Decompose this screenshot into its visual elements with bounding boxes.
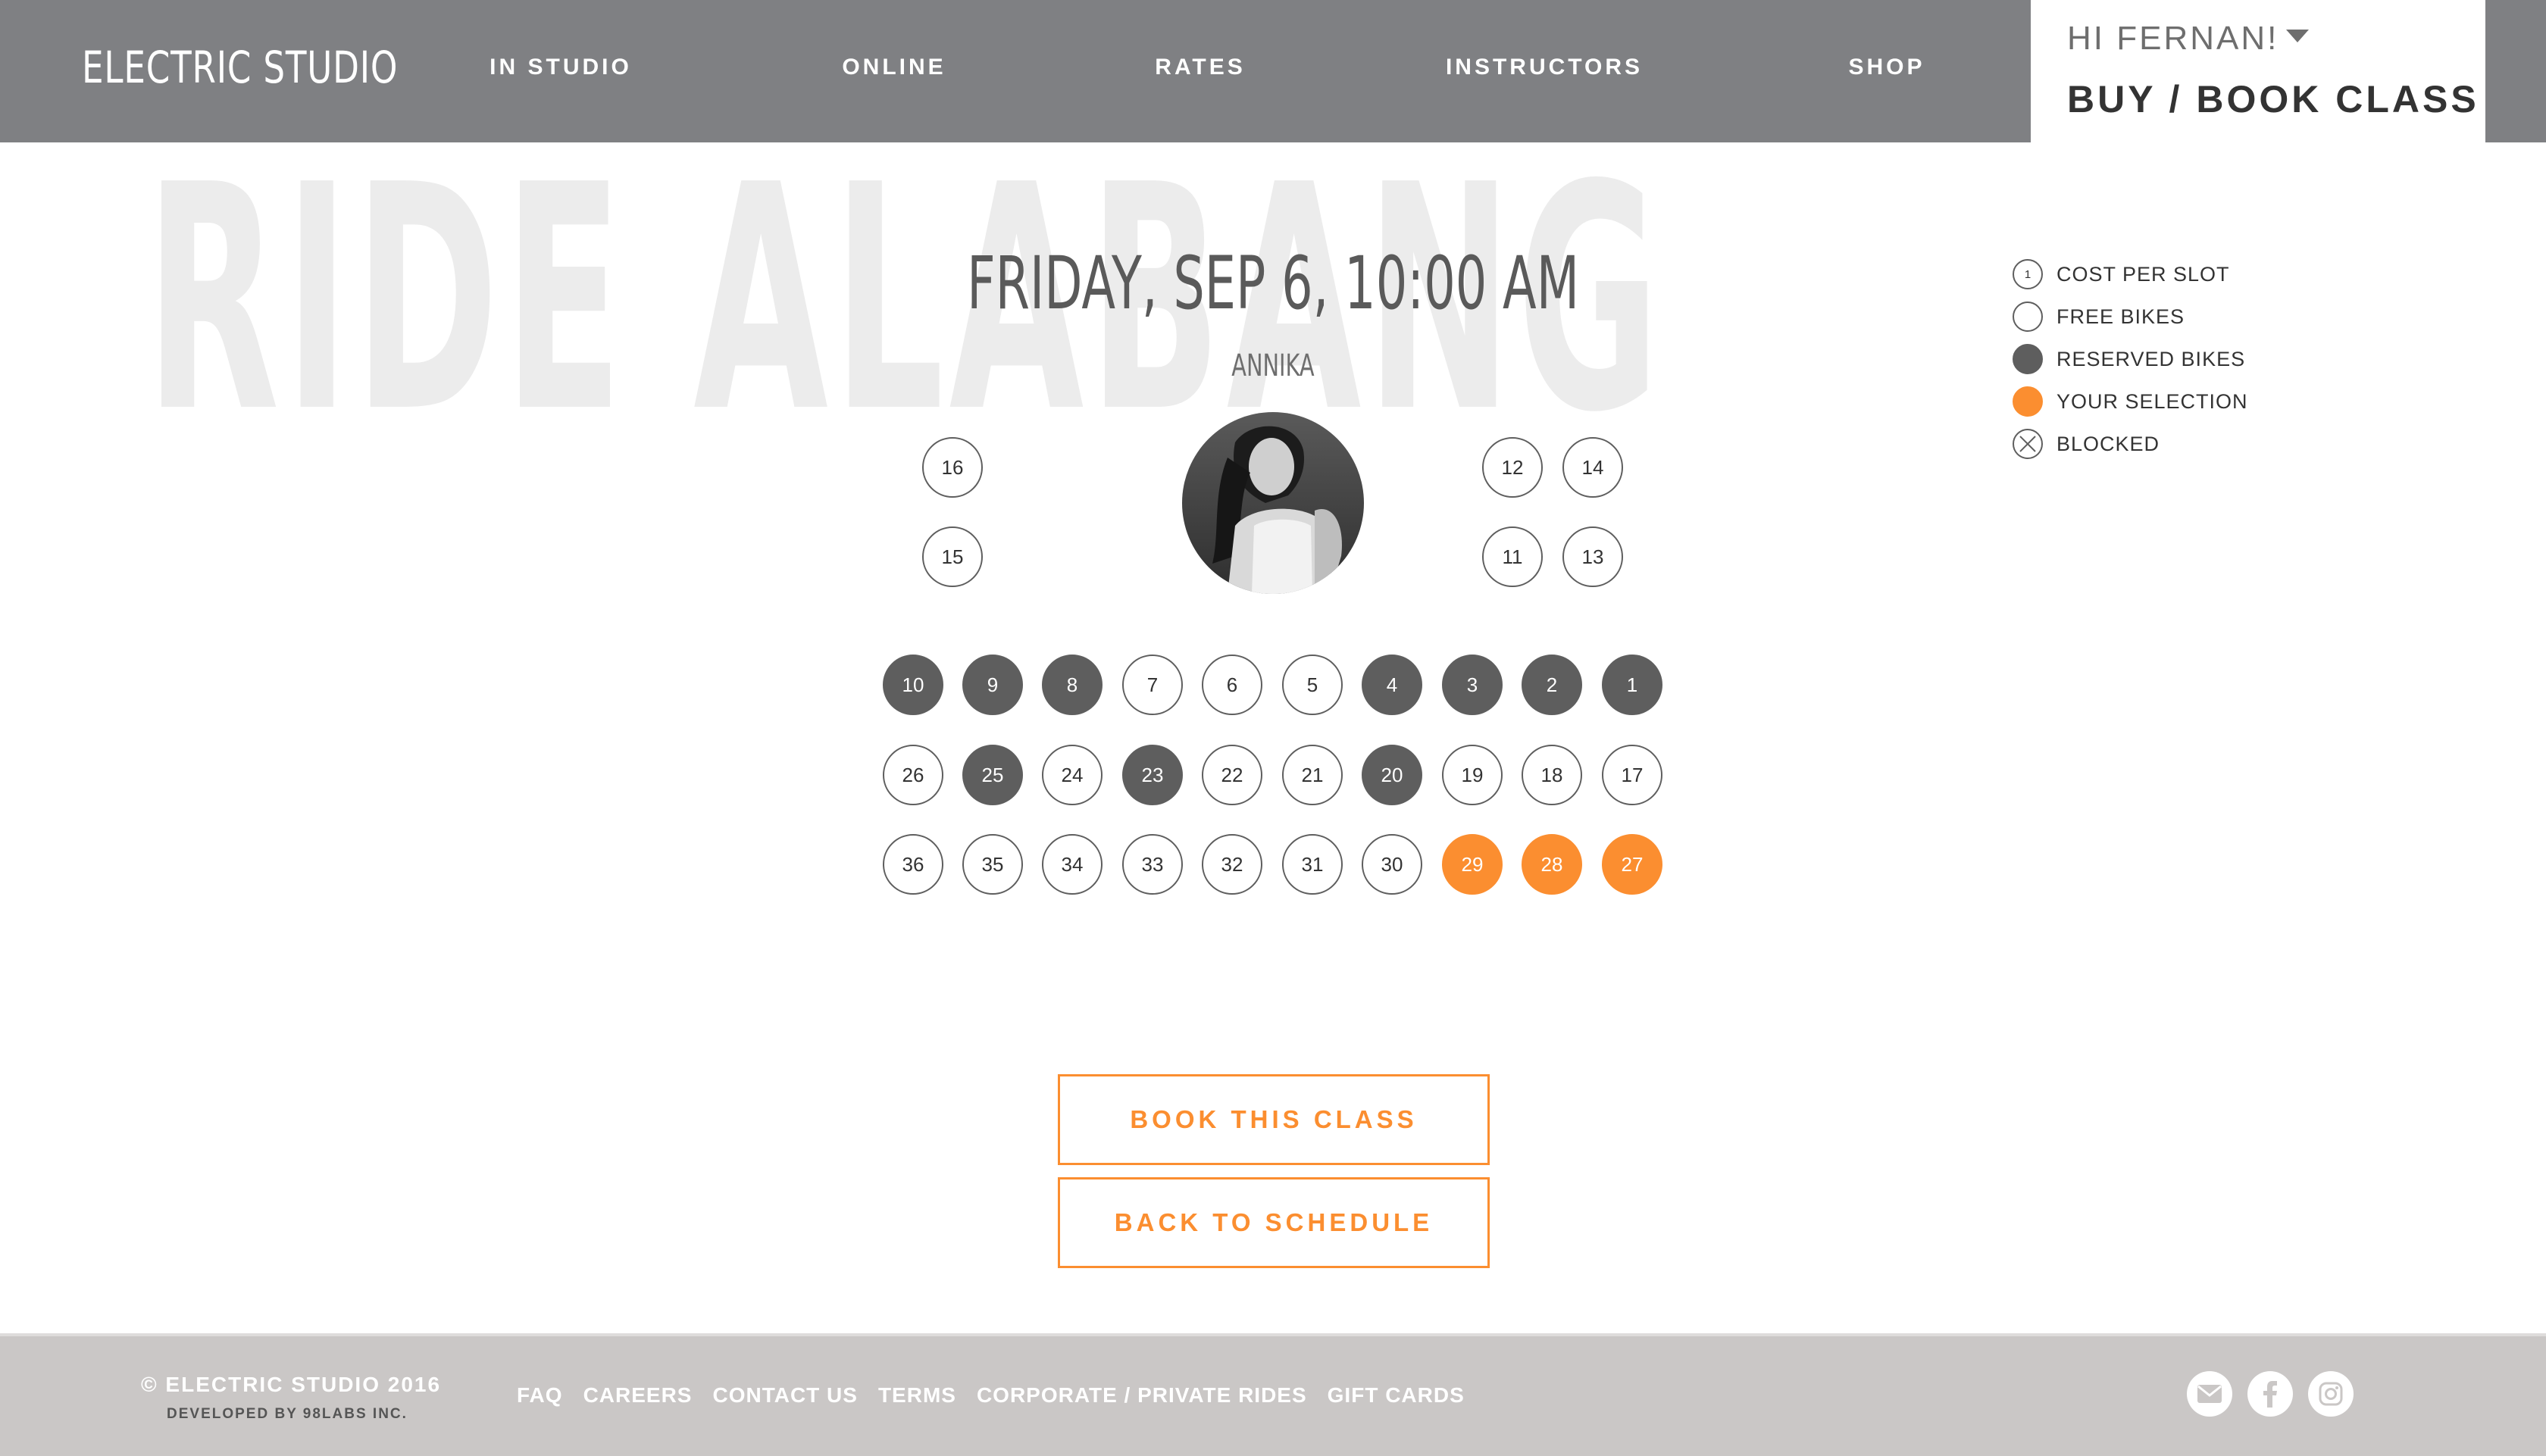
- nav-rates[interactable]: RATES: [1155, 55, 1245, 80]
- nav-instructors[interactable]: INSTRUCTORS: [1446, 55, 1643, 80]
- bike-seat-11[interactable]: 11: [1482, 526, 1543, 587]
- legend-label: RESERVED BIKES: [2057, 347, 2246, 370]
- instructor-avatar: [1182, 412, 1364, 594]
- legend-free-bikes: FREE BIKES: [2013, 295, 2248, 338]
- legend-label: BLOCKED: [2057, 432, 2160, 455]
- legend-label: FREE BIKES: [2057, 305, 2185, 328]
- nav-in-studio[interactable]: IN STUDIO: [489, 55, 632, 80]
- class-datetime: FRIDAY, SEP 6, 10:00 AM: [967, 241, 1579, 326]
- blocked-x-icon: [2013, 429, 2043, 459]
- bike-seat-34[interactable]: 34: [1042, 834, 1103, 895]
- bike-seat-4[interactable]: 4: [1362, 655, 1422, 715]
- footer-link-faq[interactable]: FAQ: [517, 1383, 563, 1408]
- bike-seat-14[interactable]: 14: [1562, 437, 1623, 498]
- bike-seat-10[interactable]: 10: [883, 655, 943, 715]
- buy-book-class-link[interactable]: BUY / BOOK CLASS: [2067, 77, 2479, 121]
- instructor-label: ANNIKA: [1231, 348, 1315, 383]
- footer-links: FAQ CAREERS CONTACT US TERMS CORPORATE /…: [517, 1383, 1465, 1408]
- bike-seat-30[interactable]: 30: [1362, 834, 1422, 895]
- bike-seat-13[interactable]: 13: [1562, 526, 1623, 587]
- bike-legend: 1 COST PER SLOT FREE BIKES RESERVED BIKE…: [2013, 253, 2248, 465]
- footer-link-terms[interactable]: TERMS: [878, 1383, 956, 1408]
- back-to-schedule-button[interactable]: BACK TO SCHEDULE: [1058, 1177, 1490, 1268]
- bike-seat-17[interactable]: 17: [1602, 745, 1662, 805]
- legend-label: COST PER SLOT: [2057, 262, 2230, 286]
- bike-seat-19[interactable]: 19: [1442, 745, 1503, 805]
- legend-cost-per-slot: 1 COST PER SLOT: [2013, 253, 2248, 295]
- bike-seat-1[interactable]: 1: [1602, 655, 1662, 715]
- footer-link-contact[interactable]: CONTACT US: [712, 1383, 857, 1408]
- nav-online[interactable]: ONLINE: [842, 55, 946, 80]
- nav-shop[interactable]: SHOP: [1848, 55, 1925, 80]
- bike-seat-32[interactable]: 32: [1202, 834, 1262, 895]
- email-icon[interactable]: [2187, 1371, 2232, 1417]
- instagram-icon[interactable]: [2308, 1371, 2354, 1417]
- bike-seat-3[interactable]: 3: [1442, 655, 1503, 715]
- legend-blocked: BLOCKED: [2013, 423, 2248, 465]
- reserved-bike-swatch-icon: [2013, 344, 2043, 374]
- bike-seat-12[interactable]: 12: [1482, 437, 1543, 498]
- developer-credit: DEVELOPED BY 98LABS INC.: [167, 1406, 408, 1422]
- bike-seat-2[interactable]: 2: [1522, 655, 1582, 715]
- book-class-label: BOOK THIS CLASS: [1130, 1105, 1418, 1133]
- greeting-text: HI FERNAN!: [2067, 20, 2279, 57]
- facebook-icon[interactable]: [2247, 1371, 2293, 1417]
- bike-seat-35[interactable]: 35: [962, 834, 1023, 895]
- bike-seat-8[interactable]: 8: [1042, 655, 1103, 715]
- bike-seat-16[interactable]: 16: [922, 437, 983, 498]
- legend-reserved-bikes: RESERVED BIKES: [2013, 338, 2248, 380]
- bike-seat-27[interactable]: 27: [1602, 834, 1662, 895]
- bike-seat-6[interactable]: 6: [1202, 655, 1262, 715]
- bike-seat-24[interactable]: 24: [1042, 745, 1103, 805]
- book-class-button[interactable]: BOOK THIS CLASS: [1058, 1074, 1490, 1165]
- class-title: FRIDAY, SEP 6, 10:00 AM: [743, 241, 1803, 326]
- site-footer: © ELECTRIC STUDIO 2016 DEVELOPED BY 98LA…: [0, 1333, 2546, 1456]
- instructor-name: ANNIKA: [1121, 348, 1425, 383]
- legend-label: YOUR SELECTION: [2057, 389, 2248, 413]
- bike-seat-26[interactable]: 26: [883, 745, 943, 805]
- bike-seat-31[interactable]: 31: [1282, 834, 1343, 895]
- caret-down-icon: [2286, 29, 2310, 42]
- free-bike-swatch-icon: [2013, 302, 2043, 332]
- selected-bike-swatch-icon: [2013, 386, 2043, 417]
- legend-your-selection: YOUR SELECTION: [2013, 380, 2248, 423]
- bike-seat-18[interactable]: 18: [1522, 745, 1582, 805]
- bike-seat-15[interactable]: 15: [922, 526, 983, 587]
- bike-seat-20[interactable]: 20: [1362, 745, 1422, 805]
- account-menu-toggle[interactable]: HI FERNAN!: [2067, 20, 2310, 58]
- cost-slot-icon: 1: [2013, 259, 2043, 289]
- site-logo[interactable]: ELECTRIC STUDIO: [82, 43, 398, 92]
- bike-seat-28[interactable]: 28: [1522, 834, 1582, 895]
- bike-seat-23[interactable]: 23: [1122, 745, 1183, 805]
- footer-link-corporate-rides[interactable]: CORPORATE / PRIVATE RIDES: [977, 1383, 1307, 1408]
- footer-link-gift-cards[interactable]: GIFT CARDS: [1328, 1383, 1465, 1408]
- bike-seat-9[interactable]: 9: [962, 655, 1023, 715]
- copyright-text: © ELECTRIC STUDIO 2016: [141, 1373, 442, 1396]
- account-panel: HI FERNAN! BUY / BOOK CLASS: [2031, 0, 2485, 142]
- bike-seat-36[interactable]: 36: [883, 834, 943, 895]
- bike-seat-33[interactable]: 33: [1122, 834, 1183, 895]
- bike-seat-5[interactable]: 5: [1282, 655, 1343, 715]
- back-to-schedule-label: BACK TO SCHEDULE: [1114, 1208, 1434, 1236]
- bike-seat-21[interactable]: 21: [1282, 745, 1343, 805]
- bike-seat-22[interactable]: 22: [1202, 745, 1262, 805]
- bike-seat-7[interactable]: 7: [1122, 655, 1183, 715]
- bike-seat-25[interactable]: 25: [962, 745, 1023, 805]
- bike-seat-29[interactable]: 29: [1442, 834, 1503, 895]
- footer-link-careers[interactable]: CAREERS: [583, 1383, 693, 1408]
